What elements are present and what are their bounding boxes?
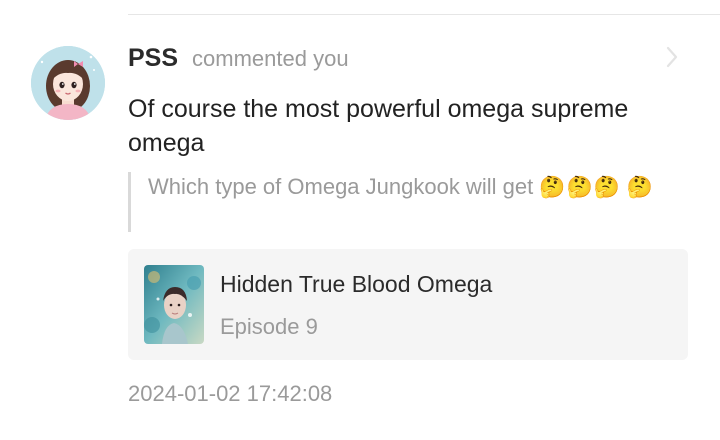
episode-number: Episode 9: [220, 314, 318, 339]
thinking-face-emoji: 🤔: [539, 175, 567, 199]
divider: [128, 14, 720, 15]
series-title: Hidden True Blood Omega: [220, 271, 493, 297]
thinking-face-emoji: 🤔: [566, 175, 594, 199]
chevron-right-icon[interactable]: [660, 44, 684, 70]
action-text: commented you: [192, 46, 349, 71]
quoted-comment-text: Which type of Omega Jungkook will get 🤔🤔…: [148, 172, 688, 202]
comment-text: Of course the most powerful omega suprem…: [128, 95, 629, 157]
notification-page: PSS commented you Of course the most pow…: [0, 0, 720, 440]
quoted-comment: Which type of Omega Jungkook will get 🤔🤔…: [128, 172, 688, 232]
timestamp: 2024-01-02 17:42:08: [128, 381, 333, 406]
episode-card[interactable]: Hidden True Blood Omega Episode 9: [128, 249, 688, 360]
series-cover-image: [144, 265, 204, 344]
user-avatar[interactable]: [31, 46, 105, 120]
thinking-face-emoji: 🤔: [593, 175, 621, 199]
thinking-face-emoji: 🤔: [626, 175, 655, 199]
quoted-comment-body: Which type of Omega Jungkook will get: [148, 174, 534, 199]
notification-header: PSS commented you: [128, 44, 349, 76]
username[interactable]: PSS: [128, 44, 178, 73]
